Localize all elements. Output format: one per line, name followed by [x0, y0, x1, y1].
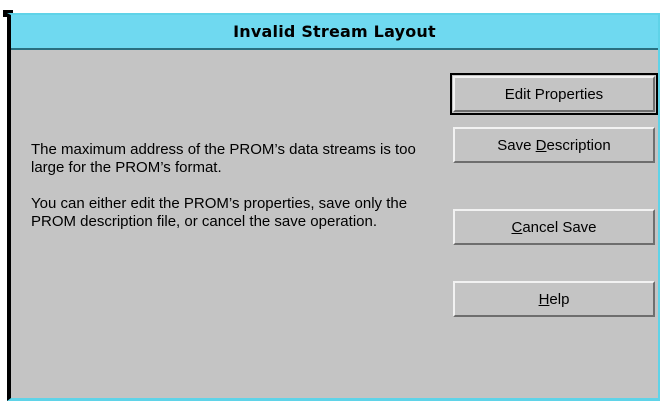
save-description-button[interactable]: Save Description	[453, 127, 655, 163]
save-description-label-post: escription	[546, 136, 611, 154]
save-description-label-pre: Save	[497, 136, 536, 154]
help-mnemonic: H	[538, 290, 550, 308]
cancel-save-button[interactable]: Cancel Save	[453, 209, 655, 245]
cancel-save-label: Cancel Save	[511, 219, 596, 236]
invalid-stream-layout-dialog: Invalid Stream Layout The maximum addres…	[7, 13, 660, 401]
save-description-mnemonic: D	[535, 136, 547, 154]
help-label: Help	[539, 291, 570, 308]
save-description-label: Save Description	[497, 137, 610, 154]
help-label-post: elp	[549, 290, 570, 308]
edit-properties-button[interactable]: Edit Properties	[450, 73, 658, 115]
cancel-save-label-post: ancel Save	[522, 218, 597, 236]
message-area: The maximum address of the PROM’s data s…	[31, 141, 431, 231]
edit-properties-label: Edit Properties	[504, 85, 604, 103]
cancel-save-mnemonic: C	[511, 218, 523, 236]
help-button[interactable]: Help	[453, 281, 655, 317]
message-paragraph-1: The maximum address of the PROM’s data s…	[31, 141, 416, 176]
message-paragraph-2: You can either edit the PROM’s propertie…	[31, 195, 408, 230]
dialog-title: Invalid Stream Layout	[233, 22, 436, 41]
dialog-titlebar[interactable]: Invalid Stream Layout	[11, 15, 658, 50]
